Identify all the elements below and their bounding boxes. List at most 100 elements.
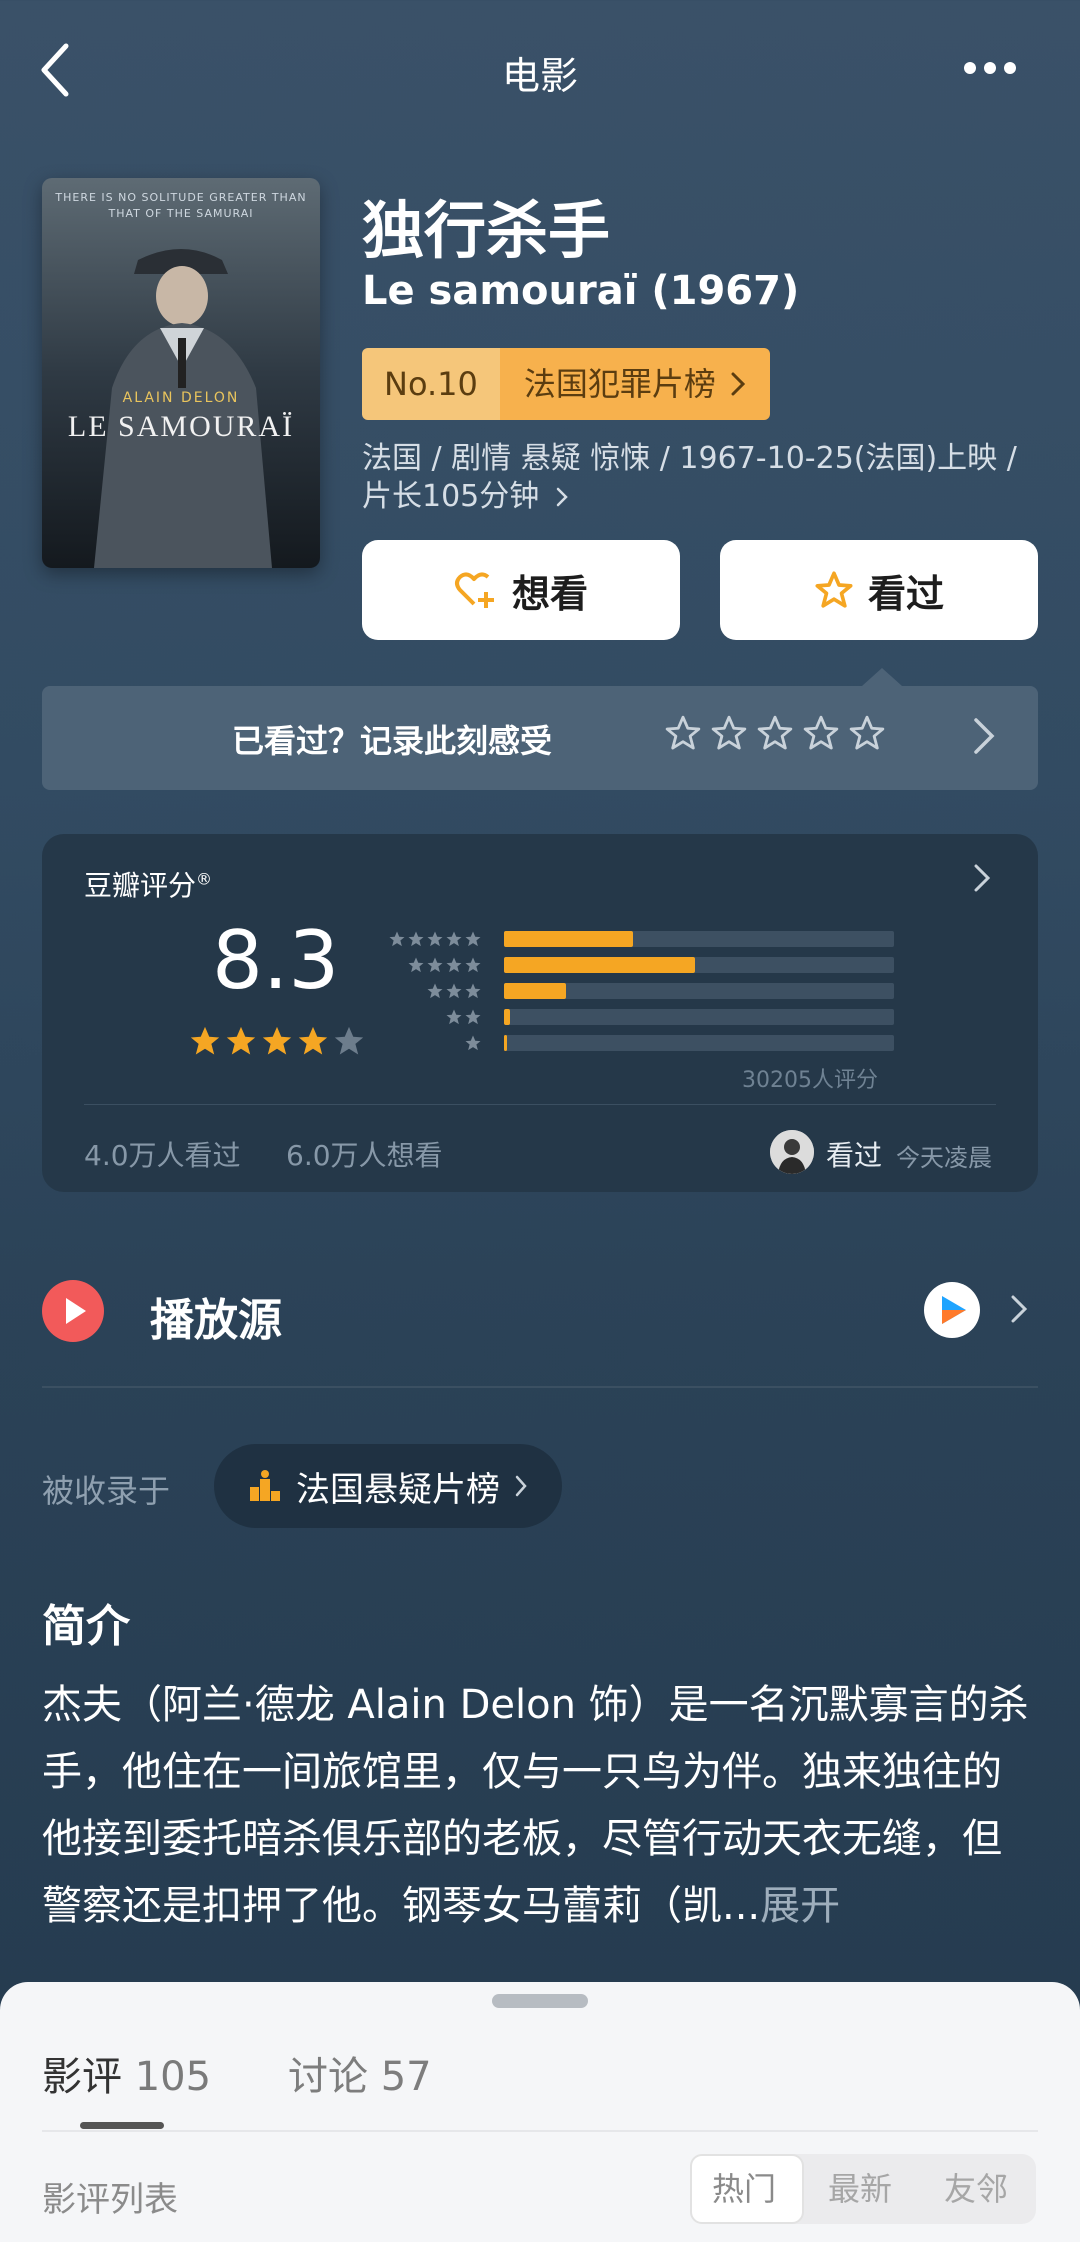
star-outline-icon[interactable]: [710, 714, 748, 752]
star-empty-icon: [334, 1026, 364, 1055]
movie-poster[interactable]: THERE IS NO SOLITUDE GREATER THAN THAT O…: [42, 178, 320, 568]
divider: [84, 1104, 996, 1105]
star-outline-icon: [815, 571, 853, 608]
tab-indicator: [80, 2122, 164, 2129]
distribution-bar-fill: [504, 957, 695, 973]
sort-segmented-control[interactable]: 热门 最新 友邻: [690, 2154, 1036, 2224]
tab-reviews-label: 影评: [42, 2054, 122, 2100]
distribution-row-4: [386, 952, 894, 978]
star-outline-icon[interactable]: [756, 714, 794, 752]
tab-discussions[interactable]: 讨论 57: [288, 2044, 432, 2102]
mini-stars: [386, 982, 482, 1000]
expand-link[interactable]: 展开: [760, 1883, 840, 1929]
friend-avatar[interactable]: [770, 1130, 814, 1174]
star-outline-icon[interactable]: [848, 714, 886, 752]
movie-meta[interactable]: 法国 / 剧情 悬疑 惊悚 / 1967-10-25(法国)上映 / 片长105…: [362, 440, 1052, 516]
mini-star-icon: [408, 957, 424, 973]
intro-text[interactable]: 杰夫（阿兰·德龙 Alain Delon 饰）是一名沉默寡言的杀手，他住在一间旅…: [42, 1672, 1038, 1940]
mini-star-icon: [446, 983, 462, 999]
star-filled-icon: [190, 1026, 220, 1055]
divider: [42, 2130, 1038, 2132]
distribution-row-5: [386, 926, 894, 952]
chevron-right-icon: [974, 864, 991, 892]
page-title: 电影: [501, 54, 578, 98]
mini-star-icon: [446, 957, 462, 973]
distribution-bar-fill: [504, 931, 633, 947]
poster-actor: ALAIN DELON: [122, 390, 240, 406]
review-list-label: 影评列表: [42, 2180, 178, 2220]
mini-star-icon: [465, 1035, 481, 1051]
mini-stars: [386, 1008, 482, 1026]
movie-title-en: Le samouraï (1967): [362, 268, 800, 314]
movie-meta-text: 法国 / 剧情 悬疑 惊悚 / 1967-10-25(法国)上映 / 片长105…: [362, 441, 1017, 514]
want-button[interactable]: 想看: [362, 540, 680, 640]
chevron-right-icon: [556, 487, 568, 507]
want-label: 想看: [511, 571, 588, 616]
poster-tagline: THERE IS NO SOLITUDE GREATER THAN THAT O…: [55, 191, 307, 220]
more-options-icon[interactable]: [960, 56, 1020, 80]
rating-score: 8.3: [212, 914, 340, 1007]
mini-star-icon: [389, 931, 405, 947]
mini-star-icon: [465, 983, 481, 999]
rating-count: 30205人评分: [742, 1068, 878, 1093]
mini-star-icon: [408, 931, 424, 947]
tooltip-pointer: [862, 668, 902, 686]
sheet-handle[interactable]: [492, 1994, 588, 2008]
mini-star-icon: [427, 931, 443, 947]
seen-button[interactable]: 看过: [720, 540, 1038, 640]
rank-list: 法国犯罪片榜: [499, 348, 770, 420]
star-outline-icon[interactable]: [802, 714, 840, 752]
podium-icon: [250, 1470, 280, 1501]
rating-label: 豆瓣评分®: [84, 869, 213, 902]
distribution-row-2: [386, 1004, 894, 1030]
intro-title: 简介: [42, 1601, 130, 1652]
distribution-row-3: [386, 978, 894, 1004]
distribution-row-1: [386, 1030, 894, 1056]
heart-plus-icon: [454, 572, 494, 608]
chevron-right-icon[interactable]: [1010, 1294, 1028, 1324]
record-prompt: 已看过？记录此刻感受: [232, 722, 553, 760]
poster-title: LE SAMOURAÏ: [67, 410, 295, 443]
rank-list-label: 法国犯罪片榜: [523, 365, 716, 403]
chevron-right-icon: [731, 372, 745, 396]
mini-stars: [386, 1034, 482, 1052]
segment-hot[interactable]: 热门: [712, 2164, 776, 2210]
mini-star-icon: [427, 957, 443, 973]
seen-count[interactable]: 4.0万人看过: [84, 1134, 241, 1174]
top-bar: 电影: [0, 0, 1080, 140]
rating-stars: [188, 1024, 366, 1058]
segment-friends[interactable]: 友邻: [944, 2164, 1008, 2210]
chevron-right-icon: [974, 718, 995, 754]
play-source-label[interactable]: 播放源: [150, 1284, 282, 1348]
mini-star-icon: [427, 983, 443, 999]
distribution-bar-track: [504, 1035, 894, 1051]
tab-reviews[interactable]: 影评 105: [42, 2044, 211, 2102]
star-filled-icon: [298, 1026, 328, 1055]
distribution-bar-fill: [504, 1009, 510, 1025]
rate-stars[interactable]: [664, 714, 886, 752]
rank-badge[interactable]: No.10 法国犯罪片榜: [362, 348, 770, 420]
video-app-logo-icon[interactable]: [924, 1282, 980, 1338]
star-filled-icon: [226, 1026, 256, 1055]
distribution-bar-fill: [504, 1035, 507, 1051]
star-outline-icon[interactable]: [664, 714, 702, 752]
collection-label: 被收录于: [42, 1472, 171, 1510]
mini-star-icon: [446, 1009, 462, 1025]
intro-body: 杰夫（阿兰·德龙 Alain Delon 饰）是一名沉默寡言的杀手，他住在一间旅…: [42, 1682, 1029, 1929]
star-filled-icon: [262, 1026, 292, 1055]
mini-stars: [386, 956, 482, 974]
collection-chip[interactable]: 法国悬疑片榜: [214, 1444, 562, 1528]
friend-status: 看过: [826, 1139, 883, 1172]
rating-card[interactable]: 豆瓣评分® 8.3 30205人评分 4.0万人看过 6.0万人想看 看过 今天…: [42, 834, 1038, 1192]
want-count[interactable]: 6.0万人想看: [286, 1134, 443, 1174]
rating-label-text: 豆瓣评分: [84, 869, 197, 902]
distribution-bar-track: [504, 1009, 894, 1025]
rank-number: No.10: [362, 348, 500, 420]
record-feeling-bar[interactable]: 已看过？记录此刻感受: [42, 686, 1038, 790]
seen-label: 看过: [867, 571, 944, 616]
segment-latest[interactable]: 最新: [828, 2164, 892, 2210]
distribution-bar-fill: [504, 983, 566, 999]
mini-star-icon: [465, 957, 481, 973]
tab-reviews-count: 105: [134, 2054, 212, 2100]
reviews-sheet[interactable]: 影评 105 讨论 57 影评列表 热门 最新 友邻: [0, 1982, 1080, 2242]
